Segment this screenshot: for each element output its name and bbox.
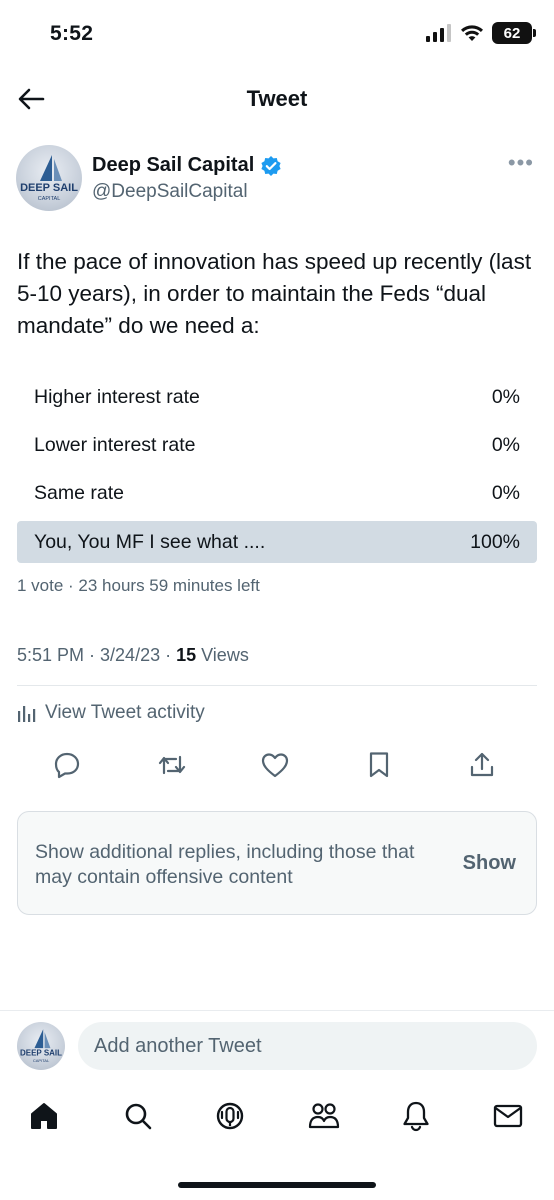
tweet-text: If the pace of innovation has speed up r… (17, 249, 532, 338)
poll-option: Higher interest rate 0% (17, 376, 537, 418)
sailboat-logo-icon: DEEP SAIL CAPITAL (20, 1029, 62, 1063)
avatar-logo-subtext: CAPITAL (33, 1058, 50, 1063)
reply-button[interactable] (50, 748, 84, 782)
like-button[interactable] (258, 748, 292, 782)
poll-option-winner: You, You MF I see what .... 100% (17, 521, 537, 563)
home-icon (31, 1103, 57, 1129)
share-button[interactable] (465, 748, 499, 782)
verified-badge-icon (261, 155, 281, 176)
messages-tab[interactable] (490, 1098, 526, 1134)
author-avatar[interactable]: DEEP SAIL CAPITAL (16, 145, 82, 211)
home-tab[interactable] (26, 1098, 62, 1134)
poll-option-label: Higher interest rate (34, 385, 200, 408)
retweet-icon (158, 755, 186, 775)
additional-replies-notice: Show additional replies, including those… (17, 811, 537, 915)
more-options-icon[interactable]: ••• (508, 150, 534, 176)
bookmark-button[interactable] (362, 748, 396, 782)
poll-option-percent: 0% (491, 433, 520, 456)
avatar-logo-subtext: CAPITAL (38, 196, 61, 202)
search-tab[interactable] (120, 1098, 156, 1134)
spaces-microphone-icon (216, 1102, 244, 1130)
divider (17, 685, 537, 686)
author-handle[interactable]: @DeepSailCapital (92, 181, 248, 203)
bell-icon (403, 1101, 429, 1132)
reply-icon (54, 752, 80, 779)
notice-text: Show additional replies, including those… (35, 841, 415, 888)
bookmark-icon (369, 752, 389, 778)
envelope-icon (493, 1104, 523, 1128)
show-button[interactable]: Show (463, 852, 516, 875)
communities-tab[interactable] (306, 1098, 342, 1134)
home-indicator (178, 1182, 376, 1188)
poll-option: Same rate 0% (17, 472, 537, 514)
status-time: 5:52 (50, 22, 94, 45)
sailboat-logo-icon: DEEP SAIL CAPITAL (20, 155, 78, 202)
battery-indicator: 62 (492, 22, 536, 44)
view-tweet-activity-link[interactable]: View Tweet activity (17, 702, 205, 724)
views-count: 15 (176, 645, 197, 665)
status-icons: 62 (426, 22, 536, 44)
retweet-button[interactable] (155, 748, 189, 782)
avatar-logo-text: DEEP SAIL (20, 182, 78, 194)
author-name[interactable]: Deep Sail Capital (92, 154, 282, 177)
timestamp-text: 5:51 PM · 3/24/23 · (17, 645, 177, 665)
search-icon (125, 1103, 152, 1130)
poll-option-label: Same rate (34, 481, 124, 504)
poll-option-label: Lower interest rate (34, 433, 196, 456)
wifi-icon (461, 25, 483, 41)
signal-icon (426, 24, 451, 42)
tweet-timestamp: 5:51 PM · 3/24/23 · 15 Views (17, 645, 249, 666)
user-avatar[interactable]: DEEP SAIL CAPITAL (17, 1022, 65, 1070)
author-name-text: Deep Sail Capital (92, 154, 255, 176)
poll-option-label: You, You MF I see what .... (34, 530, 266, 553)
poll-option-percent: 0% (491, 481, 520, 504)
heart-icon (261, 753, 289, 778)
avatar-logo-text: DEEP SAIL (20, 1048, 62, 1057)
share-icon (470, 752, 494, 777)
notifications-tab[interactable] (398, 1098, 434, 1134)
add-tweet-input[interactable]: Add another Tweet (78, 1022, 537, 1070)
poll-option-percent: 100% (470, 530, 520, 553)
poll-option: Lower interest rate 0% (17, 424, 537, 466)
analytics-icon (18, 706, 36, 722)
communities-icon (308, 1103, 340, 1129)
divider (0, 1010, 554, 1011)
activity-label: View Tweet activity (45, 702, 205, 723)
views-label: Views (196, 645, 249, 665)
poll-option-percent: 0% (491, 385, 520, 408)
poll-meta: 1 vote · 23 hours 59 minutes left (17, 576, 260, 595)
page-title: Tweet (246, 86, 308, 111)
spaces-tab[interactable] (212, 1098, 248, 1134)
